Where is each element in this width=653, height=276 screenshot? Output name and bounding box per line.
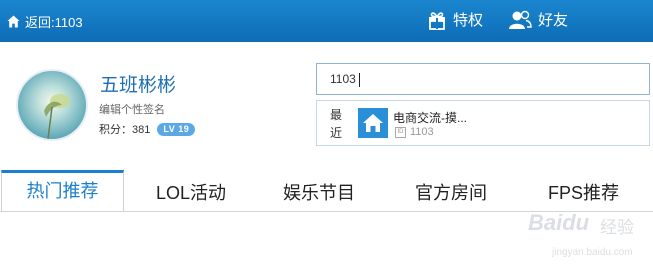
back-button[interactable]: 返回:1103 [7,12,83,31]
tab-entertainment[interactable]: 娱乐节目 [283,179,355,205]
room-search-box[interactable] [316,63,650,95]
home-icon [7,15,20,28]
tab-official-rooms[interactable]: 官方房间 [415,179,487,205]
recent-rooms-dropdown: 最近 电商交流-摸... ID 1103 [316,100,650,146]
tab-hot-recommend[interactable]: 热门推荐 [1,170,124,211]
top-bar: 返回:1103 特权 好友 [0,0,653,42]
recent-room-id: ID 1103 [395,126,434,138]
friends-label: 好友 [538,12,569,29]
text-caret [359,73,360,87]
signature-edit[interactable]: 编辑个性签名 [99,101,165,117]
score-row: 积分：381 LV 19 [99,121,196,137]
friends-button[interactable]: 好友 [508,9,568,30]
recent-label: 最近 [330,108,343,140]
category-tabs: 热门推荐 LOL活动 娱乐节目 官方房间 FPS推荐 [0,170,653,212]
watermark-url: jingyan.baidu.com [552,247,633,258]
tab-lol-events[interactable]: LOL活动 [156,179,226,205]
id-icon: ID [395,126,406,138]
privilege-label: 特权 [453,12,484,29]
watermark-logo: Baidu [528,210,590,235]
room-search-input[interactable] [317,64,649,94]
avatar-image [18,71,86,139]
score-label: 积分：381 [99,124,151,136]
level-badge: LV 19 [157,122,196,136]
recent-room-id-value: 1103 [410,126,434,138]
tab-fps-recommend[interactable]: FPS推荐 [548,179,619,205]
baidu-watermark: Baidu 经验 jingyan.baidu.com [528,210,646,265]
nickname[interactable]: 五班彬彬 [100,70,176,97]
back-label: 返回:1103 [25,15,83,30]
gift-icon [429,11,445,30]
privilege-button[interactable]: 特权 [427,9,483,30]
recent-room-name[interactable]: 电商交流-摸... [393,109,467,126]
avatar[interactable] [16,69,88,141]
watermark-jingyan: 经验 [600,218,634,237]
room-home-icon[interactable] [358,108,388,138]
friends-icon [509,10,532,29]
